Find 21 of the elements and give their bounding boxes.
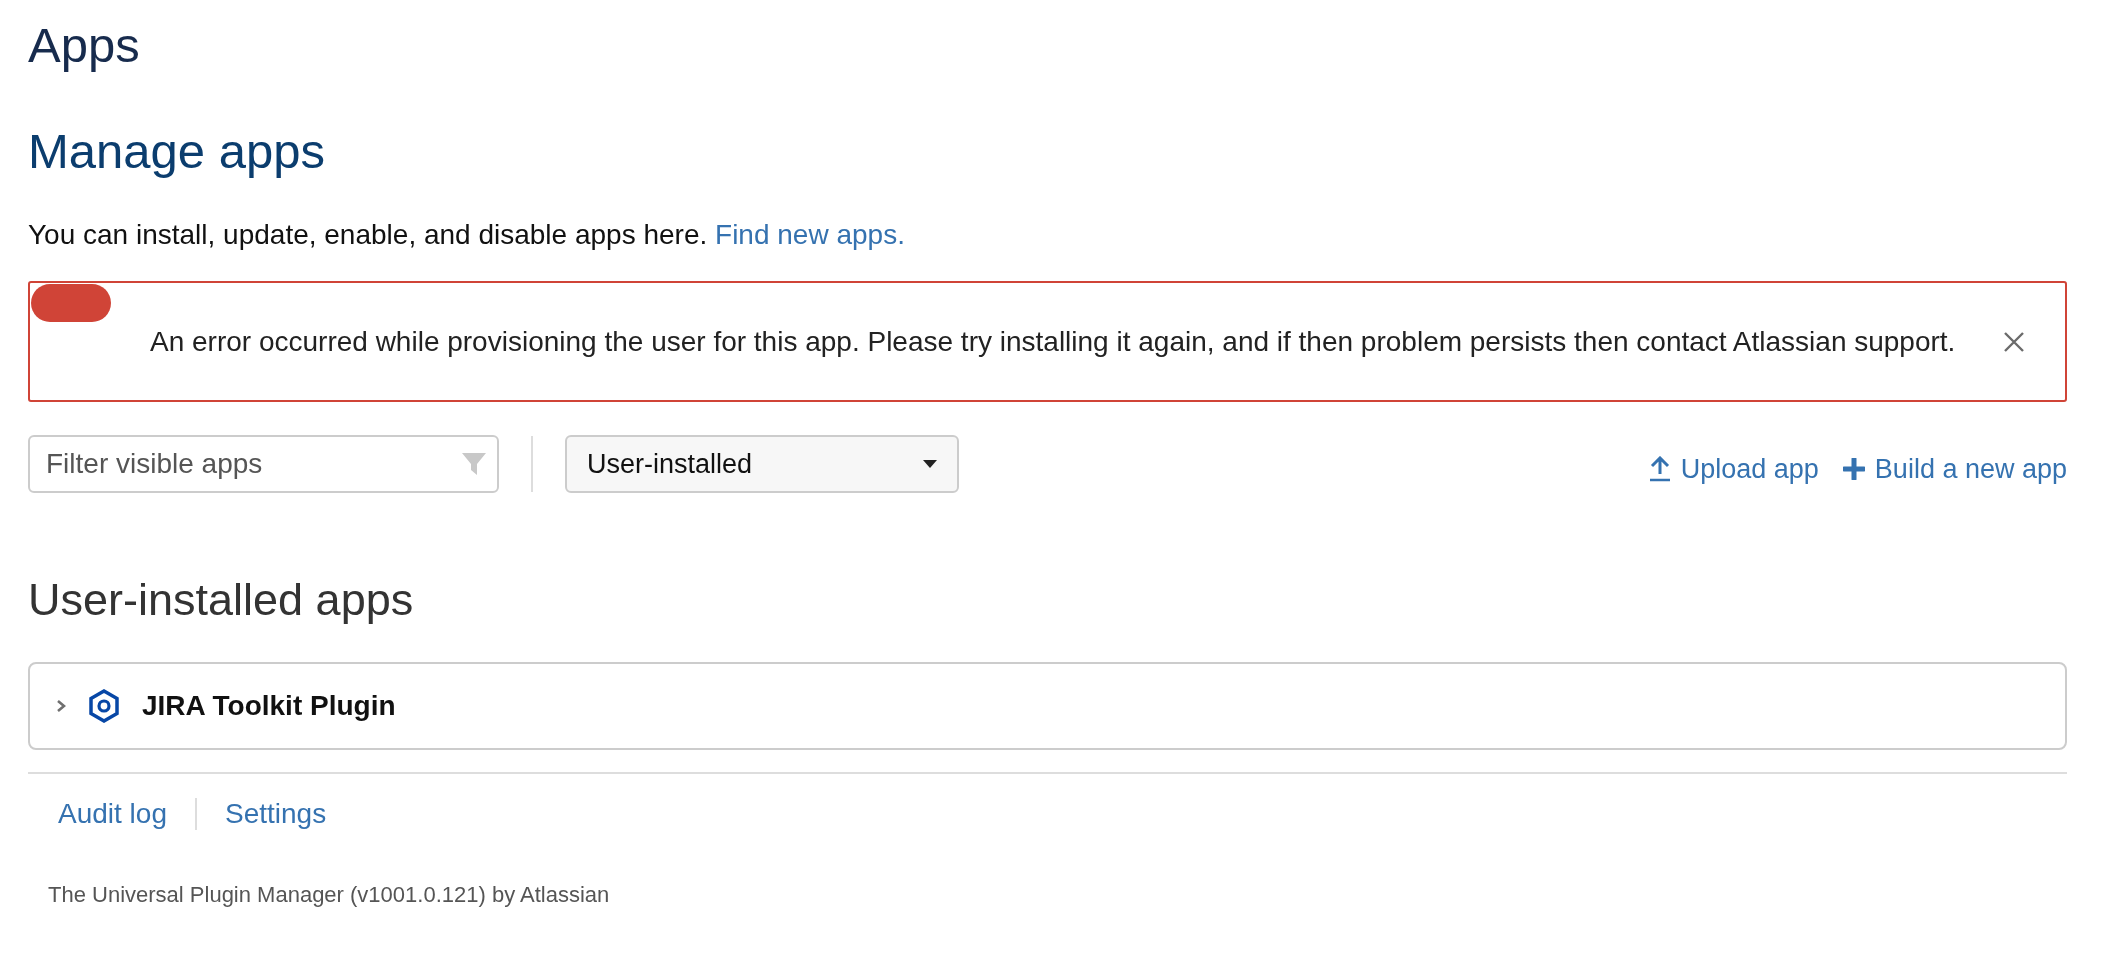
find-apps-link[interactable]: Find new apps. <box>715 219 905 250</box>
filter-icon <box>461 452 487 476</box>
hexagon-icon <box>88 689 120 723</box>
app-row[interactable]: JIRA Toolkit Plugin <box>28 662 2067 750</box>
footer-link[interactable]: Audit log <box>58 798 167 830</box>
page-title: Apps <box>28 17 141 73</box>
app-type-dropdown[interactable]: User-installed <box>565 435 959 493</box>
error-pill-icon <box>31 284 111 322</box>
footer-link[interactable]: Settings <box>224 798 327 830</box>
upload-icon <box>1648 456 1671 482</box>
section-title: User-installed apps <box>28 574 415 626</box>
close-icon[interactable] <box>2003 330 2025 353</box>
page-heading: Manage apps <box>28 123 326 179</box>
filter-field[interactable]: Filter visible apps <box>28 435 499 493</box>
description-text: You can install, update, enable, and disable apps here. Find new apps. <box>28 219 906 251</box>
build-app-link[interactable]: Build a new app <box>1842 453 2067 485</box>
error-message-text: An error occurred while provisioning the user for this app. Please try installing it again, and if then problem persists then contact Atlassian support. <box>150 325 1957 358</box>
plus-icon <box>1842 458 1865 480</box>
footer-text: The Universal Plugin Manager (v1001.0.121) by Atlassian <box>48 882 611 908</box>
upload-app-link[interactable]: Upload app <box>1648 453 1819 485</box>
caret-icon <box>923 460 937 468</box>
